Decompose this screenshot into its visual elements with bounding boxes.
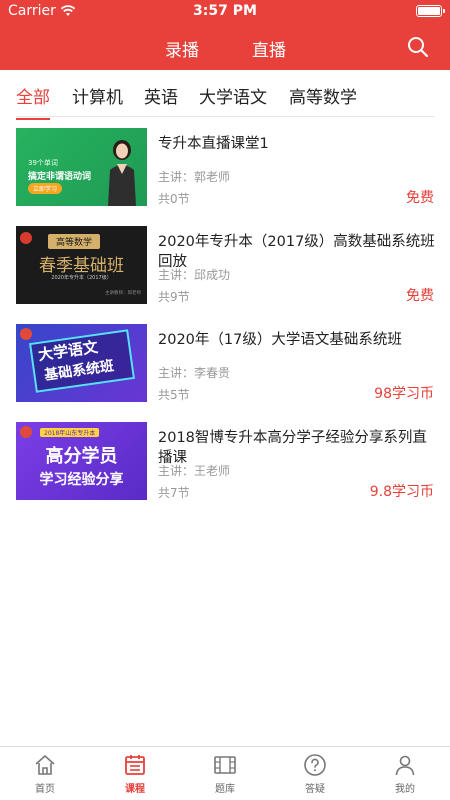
person-icon	[395, 755, 415, 776]
course-item[interactable]: 高等数学 春季基础班 2020年专升本（2017级） 主讲教师：邱老师 2020…	[16, 226, 435, 306]
course-lessons: 共9节	[158, 290, 190, 304]
tab-live[interactable]: 直播	[252, 36, 286, 61]
tab-qa[interactable]: 答疑	[270, 753, 360, 795]
status-bar: Carrier 3:57 PM	[0, 0, 450, 24]
category-all[interactable]: 全部	[16, 83, 50, 120]
course-thumbnail: 大学语文 基础系统班	[16, 324, 147, 402]
tab-label: 答疑	[305, 784, 325, 795]
teacher-illustration	[108, 140, 136, 206]
category-divider	[16, 116, 434, 117]
category-tabs: 全部 计算机 英语 大学语文 高等数学	[0, 70, 450, 120]
course-teacher: 主讲：李春贵	[158, 366, 231, 380]
course-price: 免费	[406, 288, 434, 304]
tab-home[interactable]: 首页	[0, 753, 90, 795]
thumb-text: 高等数学	[48, 234, 101, 249]
category-computer[interactable]: 计算机	[72, 83, 123, 108]
category-english[interactable]: 英语	[144, 83, 178, 108]
course-teacher: 主讲：郭老师	[158, 170, 231, 184]
course-price: 98学习币	[374, 386, 434, 402]
top-nav: 录播 直播	[0, 26, 450, 74]
logo-badge	[20, 232, 32, 244]
status-time: 3:57 PM	[193, 3, 257, 19]
thumb-text: 学习经验分享	[39, 472, 124, 488]
thumb-text: 春季基础班	[39, 256, 124, 276]
thumb-text: 主讲教师：邱老师	[105, 291, 141, 296]
question-icon	[304, 754, 326, 776]
tab-recorded[interactable]: 录播	[153, 36, 211, 74]
app-header: Carrier 3:57 PM 录播 直播	[0, 0, 450, 74]
tab-label: 课程	[125, 784, 145, 795]
tab-label: 首页	[35, 784, 55, 795]
logo-badge	[20, 426, 32, 438]
course-item[interactable]: 2018年山东专升本 高分学员 学习经验分享 2018智博专升本高分学子经验分享…	[16, 422, 434, 502]
category-math[interactable]: 高等数学	[289, 83, 357, 108]
tab-label: 题库	[215, 784, 235, 795]
thumb-text: 高分学员	[45, 446, 118, 467]
tab-mine[interactable]: 我的	[360, 753, 450, 795]
course-price: 9.8学习币	[369, 484, 434, 500]
course-price: 免费	[406, 190, 434, 206]
thumb-text: 2018年山东专升本	[40, 428, 100, 437]
course-title: 专升本直播课堂1	[158, 136, 269, 152]
thumb-text: 2020年专升本（2017级）	[51, 275, 112, 281]
course-title: 2020年（17级）大学语文基础系统班	[158, 332, 402, 348]
course-thumbnail: 高等数学 春季基础班 2020年专升本（2017级） 主讲教师：邱老师	[16, 226, 147, 304]
course-lessons: 共7节	[158, 486, 190, 500]
course-item[interactable]: 大学语文 基础系统班 2020年（17级）大学语文基础系统班 主讲：李春贵 共5…	[16, 324, 434, 404]
tab-question-bank[interactable]: 题库	[180, 753, 270, 795]
search-icon[interactable]	[406, 35, 430, 59]
thumb-text: 搞定非谓语动词	[28, 172, 92, 182]
category-chinese[interactable]: 大学语文	[199, 83, 267, 108]
home-icon	[35, 755, 55, 775]
course-teacher: 主讲：王老师	[158, 464, 231, 478]
course-lessons: 共0节	[158, 192, 190, 206]
course-thumbnail: 39个单词 搞定非谓语动词 立即学习	[16, 128, 147, 206]
course-teacher: 主讲：邱成功	[158, 268, 231, 282]
bottom-tab-bar: 首页 课程 题库 答疑 我的	[0, 746, 450, 800]
tab-courses[interactable]: 课程	[90, 753, 180, 795]
logo-badge	[20, 328, 32, 340]
thumb-button: 立即学习	[28, 183, 63, 194]
thumb-text: 39个单词	[28, 159, 58, 167]
course-thumbnail: 2018年山东专升本 高分学员 学习经验分享	[16, 422, 147, 500]
tab-label: 我的	[395, 784, 415, 795]
film-icon	[214, 756, 236, 774]
course-item[interactable]: 39个单词 搞定非谓语动词 立即学习 专升本直播课堂1 主讲：郭老师 共0节 免…	[16, 128, 434, 208]
course-lessons: 共5节	[158, 388, 190, 402]
battery-icon	[416, 5, 445, 17]
calendar-icon	[125, 755, 145, 775]
